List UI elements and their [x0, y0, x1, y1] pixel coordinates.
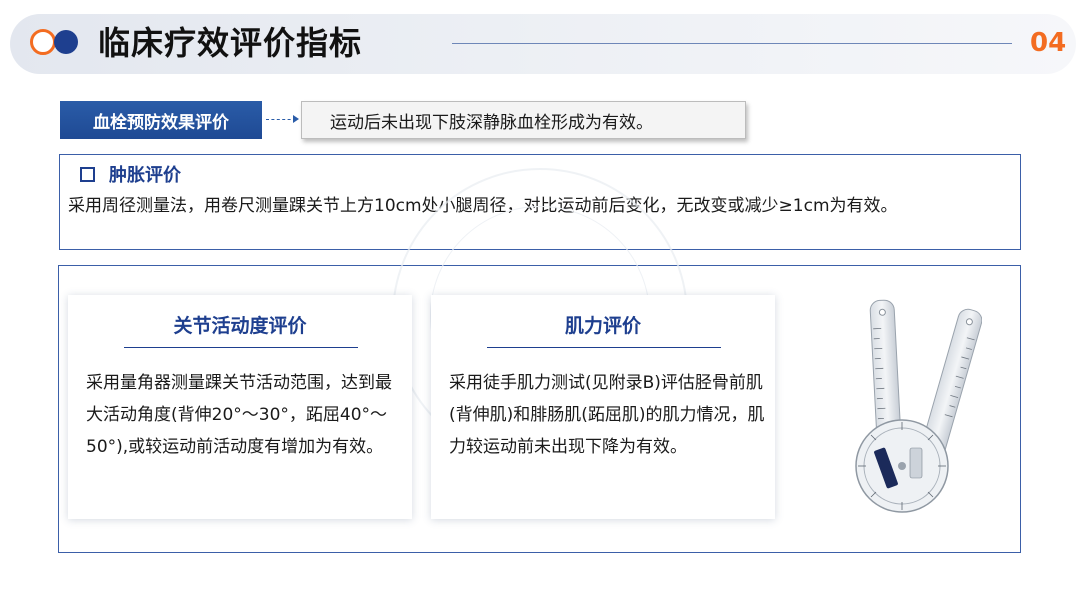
- arrow-head-icon: [293, 115, 299, 123]
- page-number: 04: [1030, 28, 1067, 58]
- page-title: 临床疗效评价指标: [98, 24, 363, 62]
- thrombus-statement-text: 运动后未出现下肢深静脉血栓形成为有效。: [330, 112, 653, 133]
- strength-card-body: 采用徒手肌力测试(见附录B)评估胫骨前肌(背伸肌)和腓肠肌(跖屈肌)的肌力情况，…: [449, 373, 765, 457]
- strength-card: 肌力评价 采用徒手肌力测试(见附录B)评估胫骨前肌(背伸肌)和腓肠肌(跖屈肌)的…: [431, 295, 775, 519]
- rom-card-rule: [124, 347, 358, 348]
- rom-card-body: 采用量角器测量踝关节活动范围，达到最大活动角度(背伸20°～30°，跖屈40°～…: [86, 373, 392, 457]
- swelling-title: 肿胀评价: [109, 165, 181, 186]
- square-bullet-icon: [80, 166, 95, 182]
- title-divider: [452, 43, 1012, 44]
- strength-card-title: 肌力评价: [564, 315, 641, 337]
- title-decoration-icon: [26, 26, 82, 60]
- rom-card: 关节活动度评价 采用量角器测量踝关节活动范围，达到最大活动角度(背伸20°～30…: [68, 295, 412, 519]
- thrombus-statement: 运动后未出现下肢深静脉血栓形成为有效。: [301, 101, 746, 139]
- dashed-arrow-icon: [266, 119, 296, 120]
- swelling-heading: 肿胀评价: [80, 161, 181, 187]
- thrombus-label: 血栓预防效果评价: [60, 101, 262, 139]
- strength-card-rule: [487, 347, 721, 348]
- goniometer-image: [855, 299, 982, 513]
- rom-card-title: 关节活动度评价: [173, 315, 307, 337]
